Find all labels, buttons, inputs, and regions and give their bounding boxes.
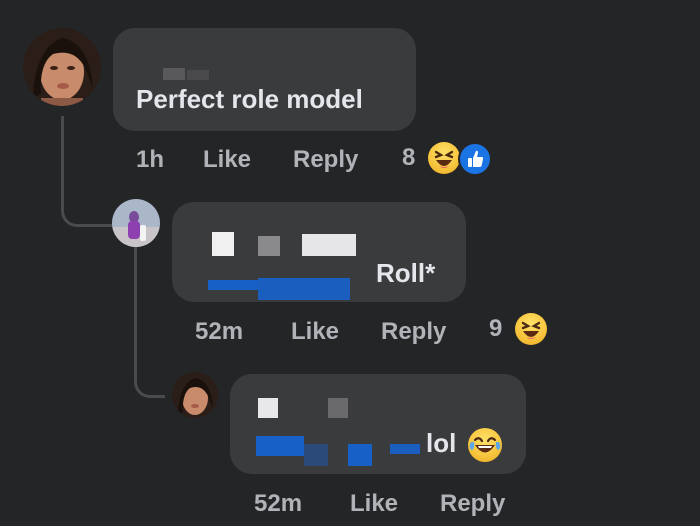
redacted-author-name [163,68,185,80]
redacted-mention [208,280,258,290]
like-button[interactable]: Like [350,490,440,518]
reaction-summary[interactable]: 8 [402,142,502,176]
redacted-author-name [328,398,348,418]
avatar[interactable] [23,28,101,106]
timestamp[interactable]: 1h [136,146,203,174]
like-reaction-icon [458,142,492,176]
redacted-author-name [302,234,356,256]
comment-text: Perfect role model [136,84,363,114]
tears-of-joy-emoji-icon [468,428,502,462]
reply-button[interactable]: Reply [440,490,550,518]
redacted-author-name [187,70,209,80]
redacted-author-name [258,398,278,418]
haha-emoji-icon [515,313,547,345]
timestamp[interactable]: 52m [254,490,350,518]
redacted-author-name [212,232,234,256]
reaction-count: 8 [402,144,416,171]
reply-button[interactable]: Reply [293,146,403,174]
comment-bubble: Roll* [172,202,466,302]
avatar[interactable] [172,372,218,418]
comment-text: lol [426,428,457,458]
redacted-mention [348,444,372,466]
haha-emoji-icon [428,142,460,174]
comment-bubble: Perfect role model [113,28,416,131]
redacted-mention [304,444,328,466]
comment-thread: Perfect role model 1h Like Reply 8 Roll*… [0,0,700,526]
reaction-count: 9 [489,315,503,342]
comment-actions: 1h Like Reply [136,145,403,175]
comment-text: Roll* [376,258,436,288]
redacted-mention [256,436,304,456]
redacted-mention [258,278,350,300]
thread-connector-line [134,247,165,398]
avatar-photo [172,372,218,418]
like-button[interactable]: Like [291,318,381,346]
timestamp[interactable]: 52m [195,318,291,346]
avatar-photo [112,199,160,247]
comment-actions: 52m Like Reply [254,489,550,519]
reaction-summary[interactable]: 9 [489,313,551,347]
avatar-photo [23,28,101,106]
comment-bubble: lol [230,374,526,474]
reply-button[interactable]: Reply [381,318,491,346]
thread-connector-line [61,116,114,227]
redacted-author-name [258,236,280,256]
like-button[interactable]: Like [203,146,293,174]
comment-actions: 52m Like Reply [195,317,491,347]
redacted-mention [390,444,420,454]
avatar[interactable] [112,199,160,247]
